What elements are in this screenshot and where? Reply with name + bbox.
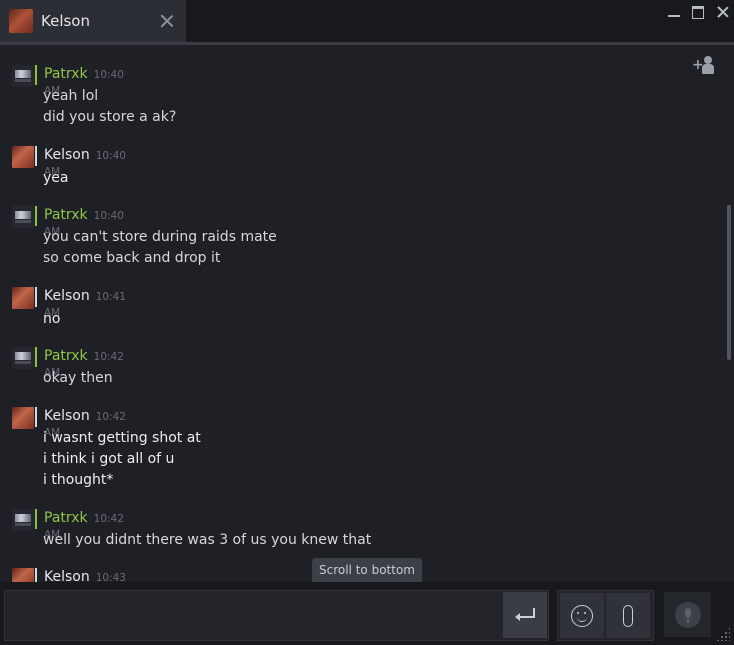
window-close-icon[interactable] [716,6,730,18]
status-bar [35,407,37,427]
message-line: did you store a ak? [43,109,177,125]
tab-title: Kelson [41,12,90,30]
status-bar [35,146,37,166]
emoji-icon [571,604,593,627]
avatar[interactable] [12,146,34,168]
person-body [702,64,714,74]
message-line: no [43,311,61,327]
message-line: you can't store during raids mate [43,229,277,245]
message-line: yeah lol [43,88,99,104]
composer-tools [557,590,654,641]
status-bar [35,568,37,582]
send-button[interactable] [503,592,547,638]
message-line: well you didnt there was 3 of us you kne… [43,532,372,548]
avatar[interactable] [12,287,34,309]
message-input[interactable] [4,590,549,641]
chat-tab[interactable]: Kelson [0,0,186,42]
status-bar [35,509,37,529]
avatar[interactable] [12,65,34,87]
emoji-button[interactable] [560,593,604,638]
avatar[interactable] [12,407,34,429]
title-bar: Kelson [0,0,734,44]
microphone-icon [674,601,701,628]
person-head [704,56,712,64]
sender-name[interactable]: Kelson10:43 AM [44,569,126,582]
message-line: okay then [43,370,113,386]
status-bar [35,65,37,85]
close-icon[interactable] [160,14,174,28]
enter-icon [515,608,535,622]
voice-chat-button[interactable] [664,592,711,637]
chat-log[interactable]: Patrxk 10:40 AM yeah lol did you store a … [0,45,734,582]
message-line: i wasnt getting shot at [43,430,201,446]
status-bar [35,347,37,367]
minimize-icon[interactable] [668,6,682,18]
avatar[interactable] [12,347,34,369]
message-line: so come back and drop it [43,250,221,266]
maximize-icon[interactable] [692,6,706,19]
add-friend-icon[interactable]: + [690,52,718,76]
attach-button[interactable] [606,593,650,638]
composer-bar [0,582,734,645]
scrollbar-thumb[interactable] [727,205,731,360]
paperclip-icon [623,604,633,627]
message-line: i think i got all of u [43,451,175,467]
avatar[interactable] [12,568,34,582]
message-line: yea [43,170,69,186]
message-line: i thought* [43,472,114,488]
status-bar [35,206,37,226]
status-bar [35,287,37,307]
avatar[interactable] [12,509,34,531]
avatar[interactable] [12,206,34,228]
scroll-to-bottom-button[interactable]: Scroll to bottom [312,558,422,582]
tab-avatar [9,9,33,33]
